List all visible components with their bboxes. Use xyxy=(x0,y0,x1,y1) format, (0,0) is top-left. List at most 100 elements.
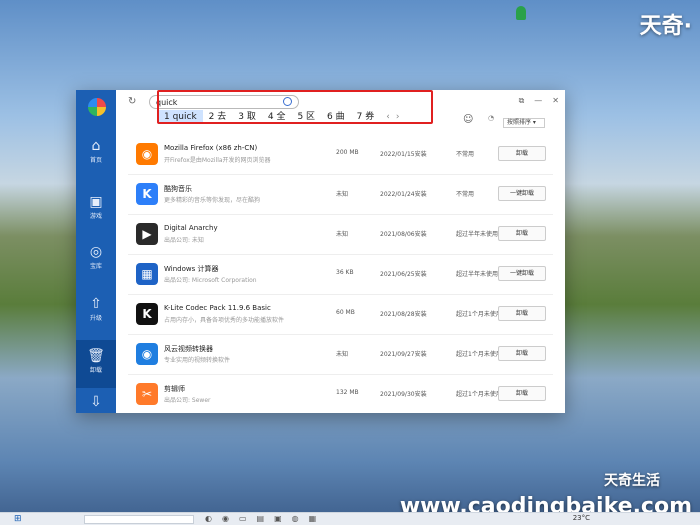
sidebar-item-upgrade[interactable]: ⇧ 升级 xyxy=(76,288,116,336)
uninstall-button[interactable]: 卸载 xyxy=(498,386,546,401)
topbar: ↻ 1 quick 2 去 3 取 4 全 5 区 6 曲 7 券 ‹ › ☺ … xyxy=(116,90,565,132)
refresh-icon[interactable]: ↻ xyxy=(128,96,136,107)
search-input[interactable] xyxy=(156,96,286,108)
upgrade-icon: ⇧ xyxy=(90,296,102,312)
uninstall-button[interactable]: 卸载 xyxy=(498,146,546,161)
taskbar: ⊞ ◐ ◉ ▭ ▤ ▣ ◍ ▦ 23°C xyxy=(0,512,700,525)
list-item: ▦ Windows 计算器 出品公司: Microsoft Corporatio… xyxy=(128,256,553,295)
sidebar-item-library[interactable]: ◎ 宝库 xyxy=(76,236,116,284)
sidebar-item-download[interactable]: ⇩ xyxy=(76,386,116,413)
edge-icon[interactable]: ◐ xyxy=(205,514,212,523)
ime-prev-icon[interactable]: ‹ xyxy=(386,112,390,122)
watermark-top: 天奇· xyxy=(639,14,692,39)
app-logo xyxy=(88,98,106,116)
app-install-date: 2022/01/15安装 xyxy=(380,151,427,158)
notification-icon[interactable]: ◔ xyxy=(488,114,494,122)
sidebar-item-games[interactable]: ▣ 游戏 xyxy=(76,186,116,234)
app-size: 36 KB xyxy=(336,269,354,276)
ime-candidate[interactable]: 5 区 xyxy=(291,110,321,124)
app-list: ◉ Mozilla Firefox (x86 zh-CN) 开Firefox是由… xyxy=(128,136,553,413)
list-item: ◉ 风云视频转换器 专业实用的视频转换软件 未知 2021/09/27安装 超过… xyxy=(128,336,553,375)
chrome-icon[interactable]: ◉ xyxy=(222,514,229,523)
trash-icon: 🗑 xyxy=(87,348,105,364)
app-publisher: 出品公司: 未知 xyxy=(164,237,204,244)
app-publisher: 占用内存小，具备各项优秀的多功能播放软件 xyxy=(164,317,285,324)
app-install-date: 2021/06/25安装 xyxy=(380,271,427,278)
app-name: K-Lite Codec Pack 11.9.6 Basic xyxy=(164,304,271,312)
uninstall-button[interactable]: 卸载 xyxy=(498,346,546,361)
sidebar-item-label: 游戏 xyxy=(89,213,102,220)
list-item: ✂ 剪辑师 出品公司: Sewer 132 MB 2021/09/30安装 超过… xyxy=(128,376,553,413)
taskbar-apps: ◐ ◉ ▭ ▤ ▣ ◍ ▦ xyxy=(205,514,316,523)
store-icon[interactable]: ▤ xyxy=(257,514,265,523)
app-install-date: 2021/09/30安装 xyxy=(380,391,427,398)
app-size: 60 MB xyxy=(336,309,355,316)
list-item: ◉ Mozilla Firefox (x86 zh-CN) 开Firefox是由… xyxy=(128,136,553,175)
ime-next-icon[interactable]: › xyxy=(396,112,400,122)
uninstall-button[interactable]: 一键卸载 xyxy=(498,266,546,281)
bell-decoration xyxy=(516,6,526,20)
list-item: K 酷狗音乐 更多精彩的音乐等你发现，尽在酷狗 未知 2022/01/24安装 … xyxy=(128,176,553,215)
sort-select[interactable]: 按照排序 ▾ xyxy=(503,118,545,128)
sidebar-item-label: 宝库 xyxy=(89,263,102,270)
ime-candidate[interactable]: 1 quick xyxy=(158,110,203,124)
sidebar-item-label: 卸载 xyxy=(89,367,102,374)
uninstall-button[interactable]: 一键卸载 xyxy=(498,186,546,201)
sidebar-item-uninstall[interactable]: 🗑 卸载 xyxy=(76,340,116,388)
app-name: Digital Anarchy xyxy=(164,224,218,232)
wechat-icon[interactable]: ◍ xyxy=(292,514,299,523)
restore-icon[interactable]: ⧉ xyxy=(519,96,525,106)
app-size: 未知 xyxy=(336,191,349,198)
app-size: 未知 xyxy=(336,351,349,358)
photoshop-icon[interactable]: ▣ xyxy=(274,514,282,523)
ime-candidate[interactable]: 4 全 xyxy=(262,110,292,124)
app-name: 剪辑师 xyxy=(164,385,185,393)
app-size: 未知 xyxy=(336,231,349,238)
folder-icon[interactable]: ▭ xyxy=(239,514,247,523)
close-icon[interactable]: ✕ xyxy=(552,96,559,106)
download-icon: ⇩ xyxy=(90,394,102,410)
app-name: Mozilla Firefox (x86 zh-CN) xyxy=(164,144,258,152)
taskbar-search[interactable] xyxy=(84,515,194,524)
app-publisher: 更多精彩的音乐等你发现，尽在酷狗 xyxy=(164,197,261,204)
library-icon: ◎ xyxy=(89,244,103,260)
app-usage: 超过半年未使用 xyxy=(456,231,499,238)
sidebar-item-label: 升级 xyxy=(89,315,102,322)
windows-start-icon[interactable]: ⊞ xyxy=(14,514,22,524)
app-usage: 不常用 xyxy=(456,151,475,158)
uninstall-button[interactable]: 卸载 xyxy=(498,226,546,241)
app-name: Windows 计算器 xyxy=(164,265,219,273)
app-name: 风云视频转换器 xyxy=(164,345,213,353)
scissors-icon: ✂ xyxy=(136,383,158,405)
sidebar-item-home[interactable]: ⌂ 首页 xyxy=(76,130,116,178)
ime-candidate[interactable]: 3 取 xyxy=(232,110,262,124)
watermark-mid: 天奇生活 xyxy=(604,473,660,489)
uninstall-button[interactable]: 卸载 xyxy=(498,306,546,321)
app-usage: 超过1个月未使用 xyxy=(456,311,502,318)
ime-candidate[interactable]: 6 曲 xyxy=(321,110,351,124)
calculator-icon: ▦ xyxy=(136,263,158,285)
app-name: 酷狗音乐 xyxy=(164,185,192,193)
app-install-date: 2021/09/27安装 xyxy=(380,351,427,358)
excel-icon[interactable]: ▦ xyxy=(309,514,317,523)
app-usage: 不常用 xyxy=(456,191,475,198)
app-usage: 超过半年未使用 xyxy=(456,271,499,278)
sidebar: ⌂ 首页 ▣ 游戏 ◎ 宝库 ⇧ 升级 🗑 卸载 ⇩ xyxy=(76,90,116,413)
app-window: ⌂ 首页 ▣ 游戏 ◎ 宝库 ⇧ 升级 🗑 卸载 ⇩ ↻ 1 quick xyxy=(76,90,565,413)
smile-icon[interactable]: ☺ xyxy=(463,114,473,125)
list-item: ▶ Digital Anarchy 出品公司: 未知 未知 2021/08/06… xyxy=(128,216,553,255)
list-item: K K-Lite Codec Pack 11.9.6 Basic 占用内存小，具… xyxy=(128,296,553,335)
ime-candidate[interactable]: 2 去 xyxy=(203,110,233,124)
home-icon: ⌂ xyxy=(91,138,101,154)
app-size: 132 MB xyxy=(336,389,359,396)
app-install-date: 2022/01/24安装 xyxy=(380,191,427,198)
video-converter-icon: ◉ xyxy=(136,343,158,365)
app-usage: 超过1个月未使用 xyxy=(456,391,502,398)
ime-candidate[interactable]: 7 券 xyxy=(351,110,381,124)
firefox-icon: ◉ xyxy=(136,143,158,165)
app-usage: 超过1个月未使用 xyxy=(456,351,502,358)
minimize-icon[interactable]: — xyxy=(534,96,542,106)
search-icon[interactable] xyxy=(283,97,292,106)
app-publisher: 出品公司: Microsoft Corporation xyxy=(164,277,257,284)
app-install-date: 2021/08/28安装 xyxy=(380,311,427,318)
